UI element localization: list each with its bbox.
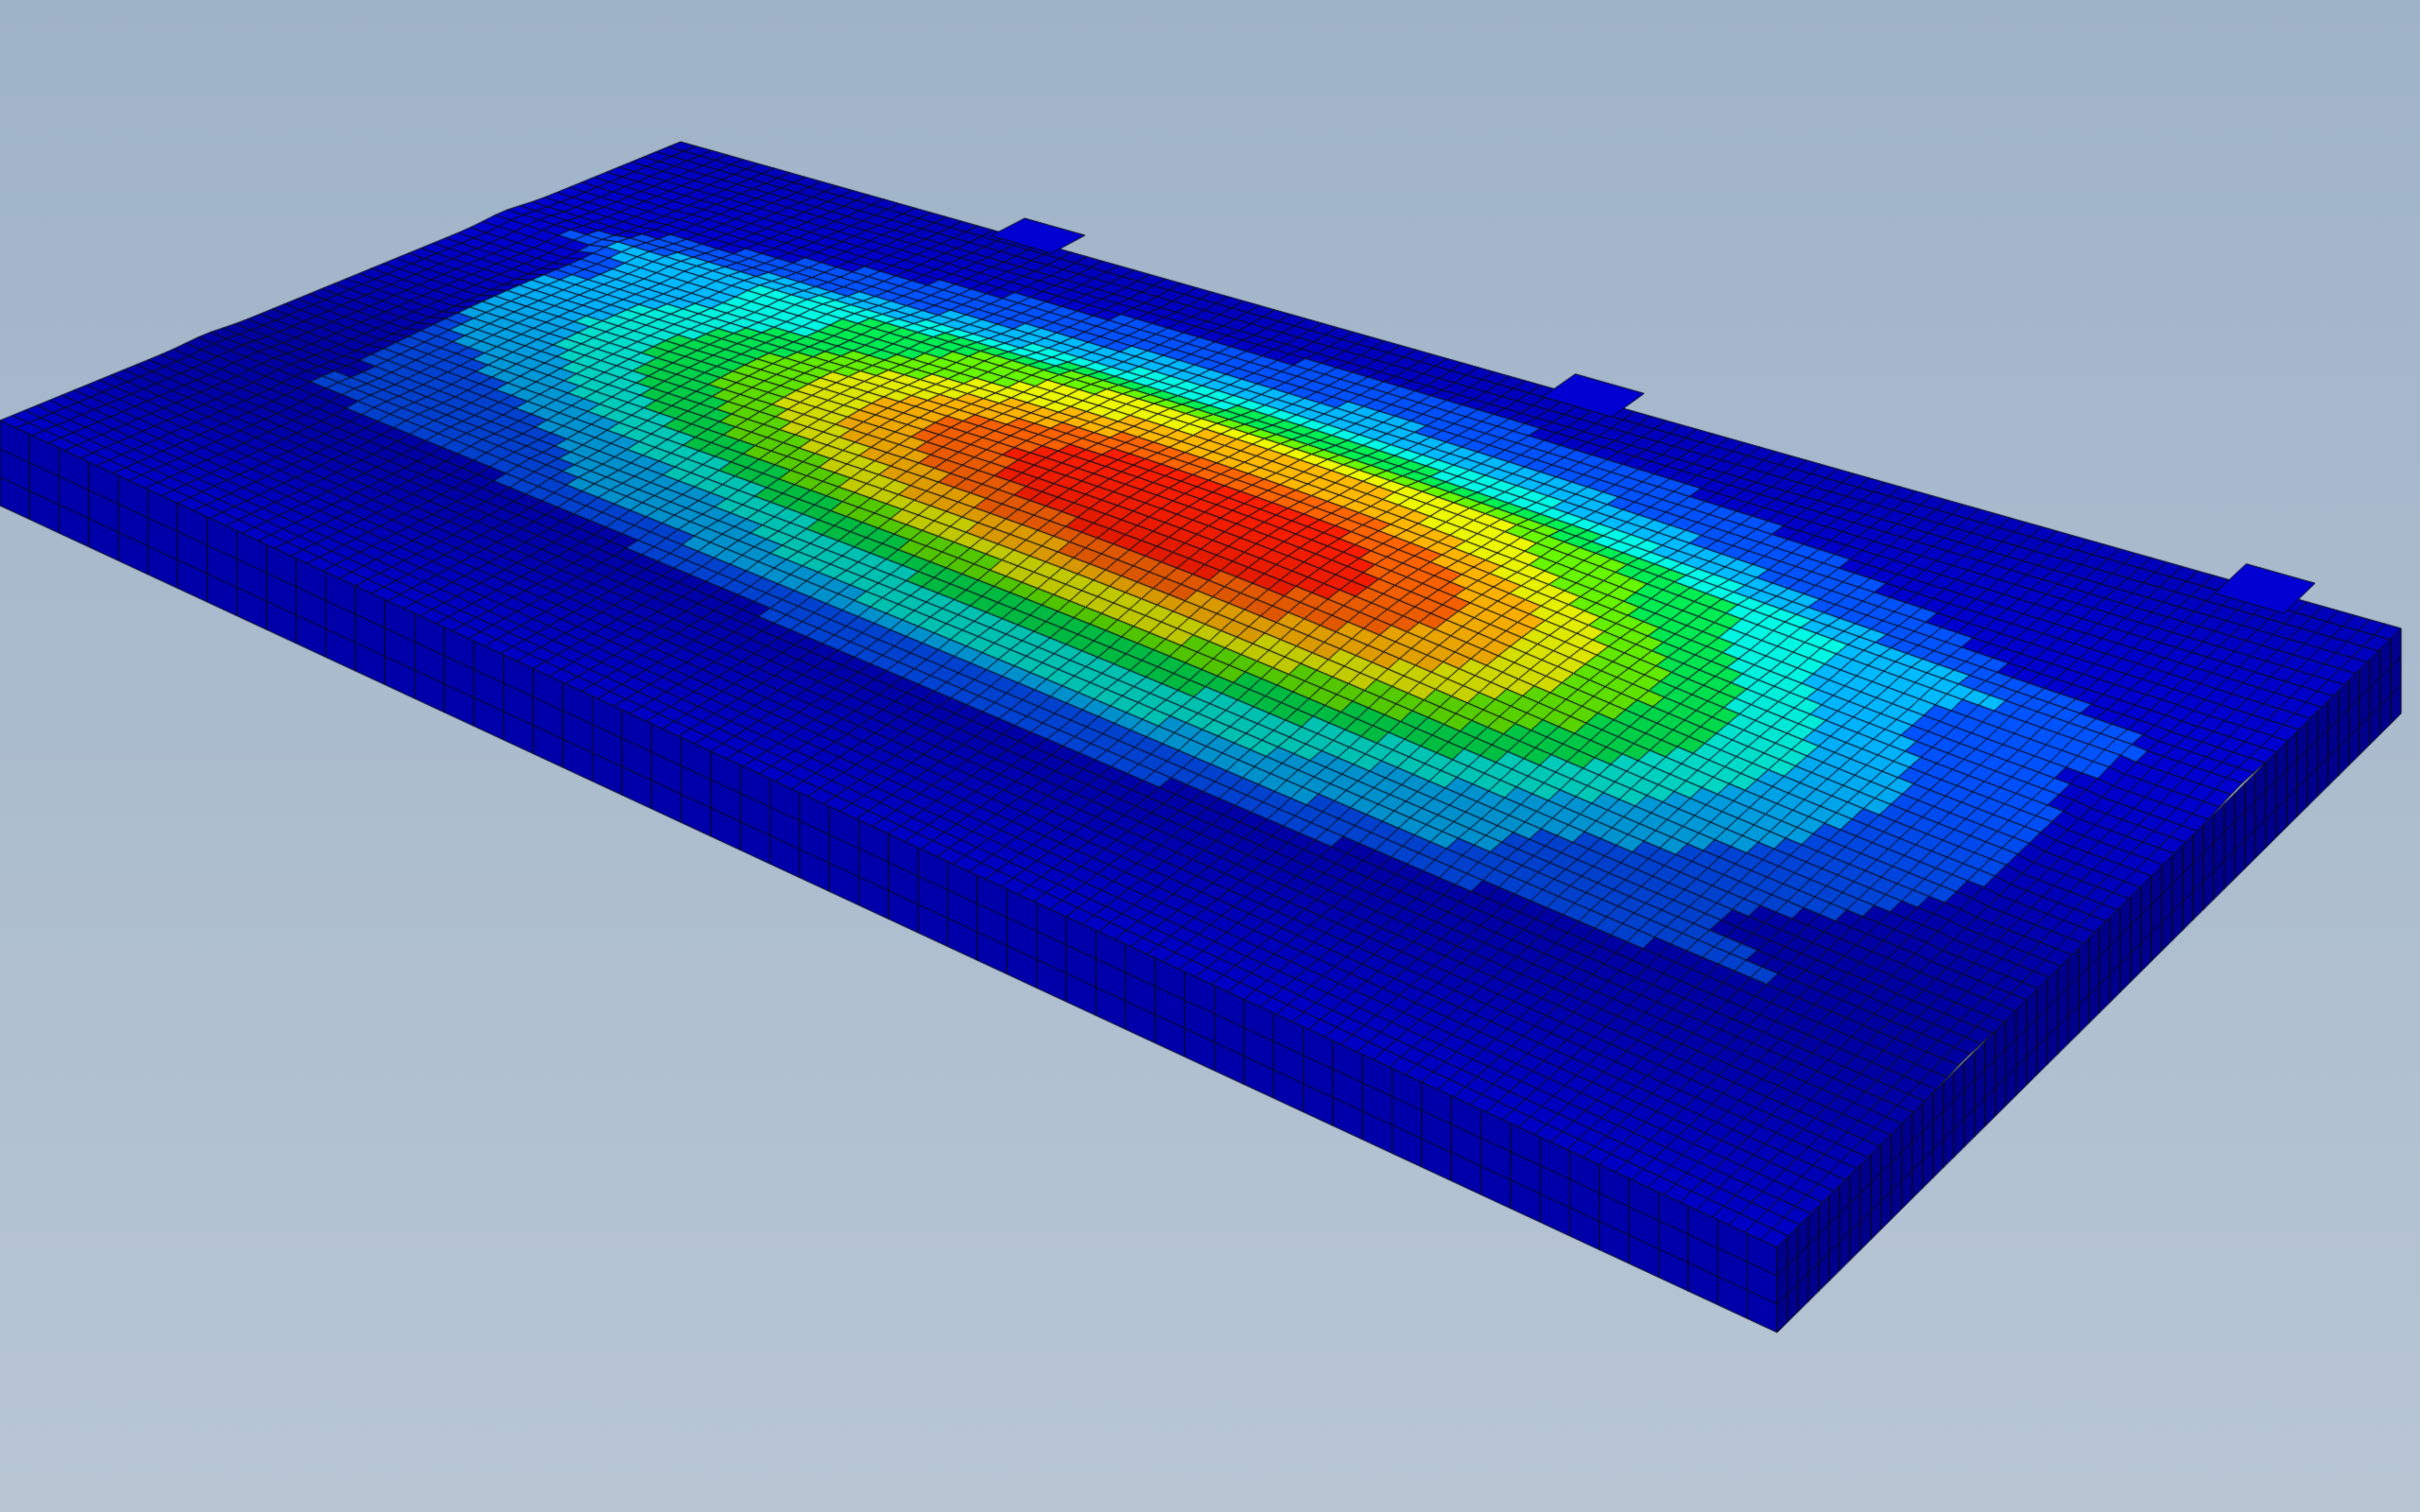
fe-mesh-contour-plot[interactable] bbox=[0, 0, 2420, 1512]
3d-viewport[interactable] bbox=[0, 0, 2420, 1512]
